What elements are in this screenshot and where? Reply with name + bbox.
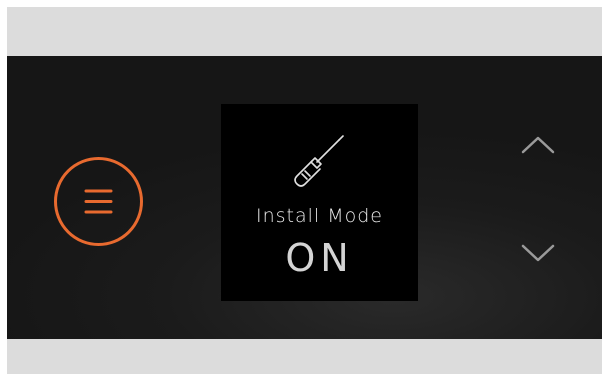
- screwdriver-icon: [294, 135, 344, 187]
- mode-value: ON: [285, 236, 354, 280]
- menu-button[interactable]: [54, 157, 143, 246]
- hamburger-menu-icon: [84, 189, 113, 214]
- chevron-up-icon: [521, 136, 555, 154]
- status-display: Install Mode ON: [221, 104, 418, 301]
- thermostat-panel: Install Mode ON: [7, 56, 602, 339]
- chevron-down-icon: [521, 244, 555, 262]
- mode-title: Install Mode: [255, 205, 383, 227]
- up-button[interactable]: [520, 134, 556, 156]
- down-button[interactable]: [520, 242, 556, 264]
